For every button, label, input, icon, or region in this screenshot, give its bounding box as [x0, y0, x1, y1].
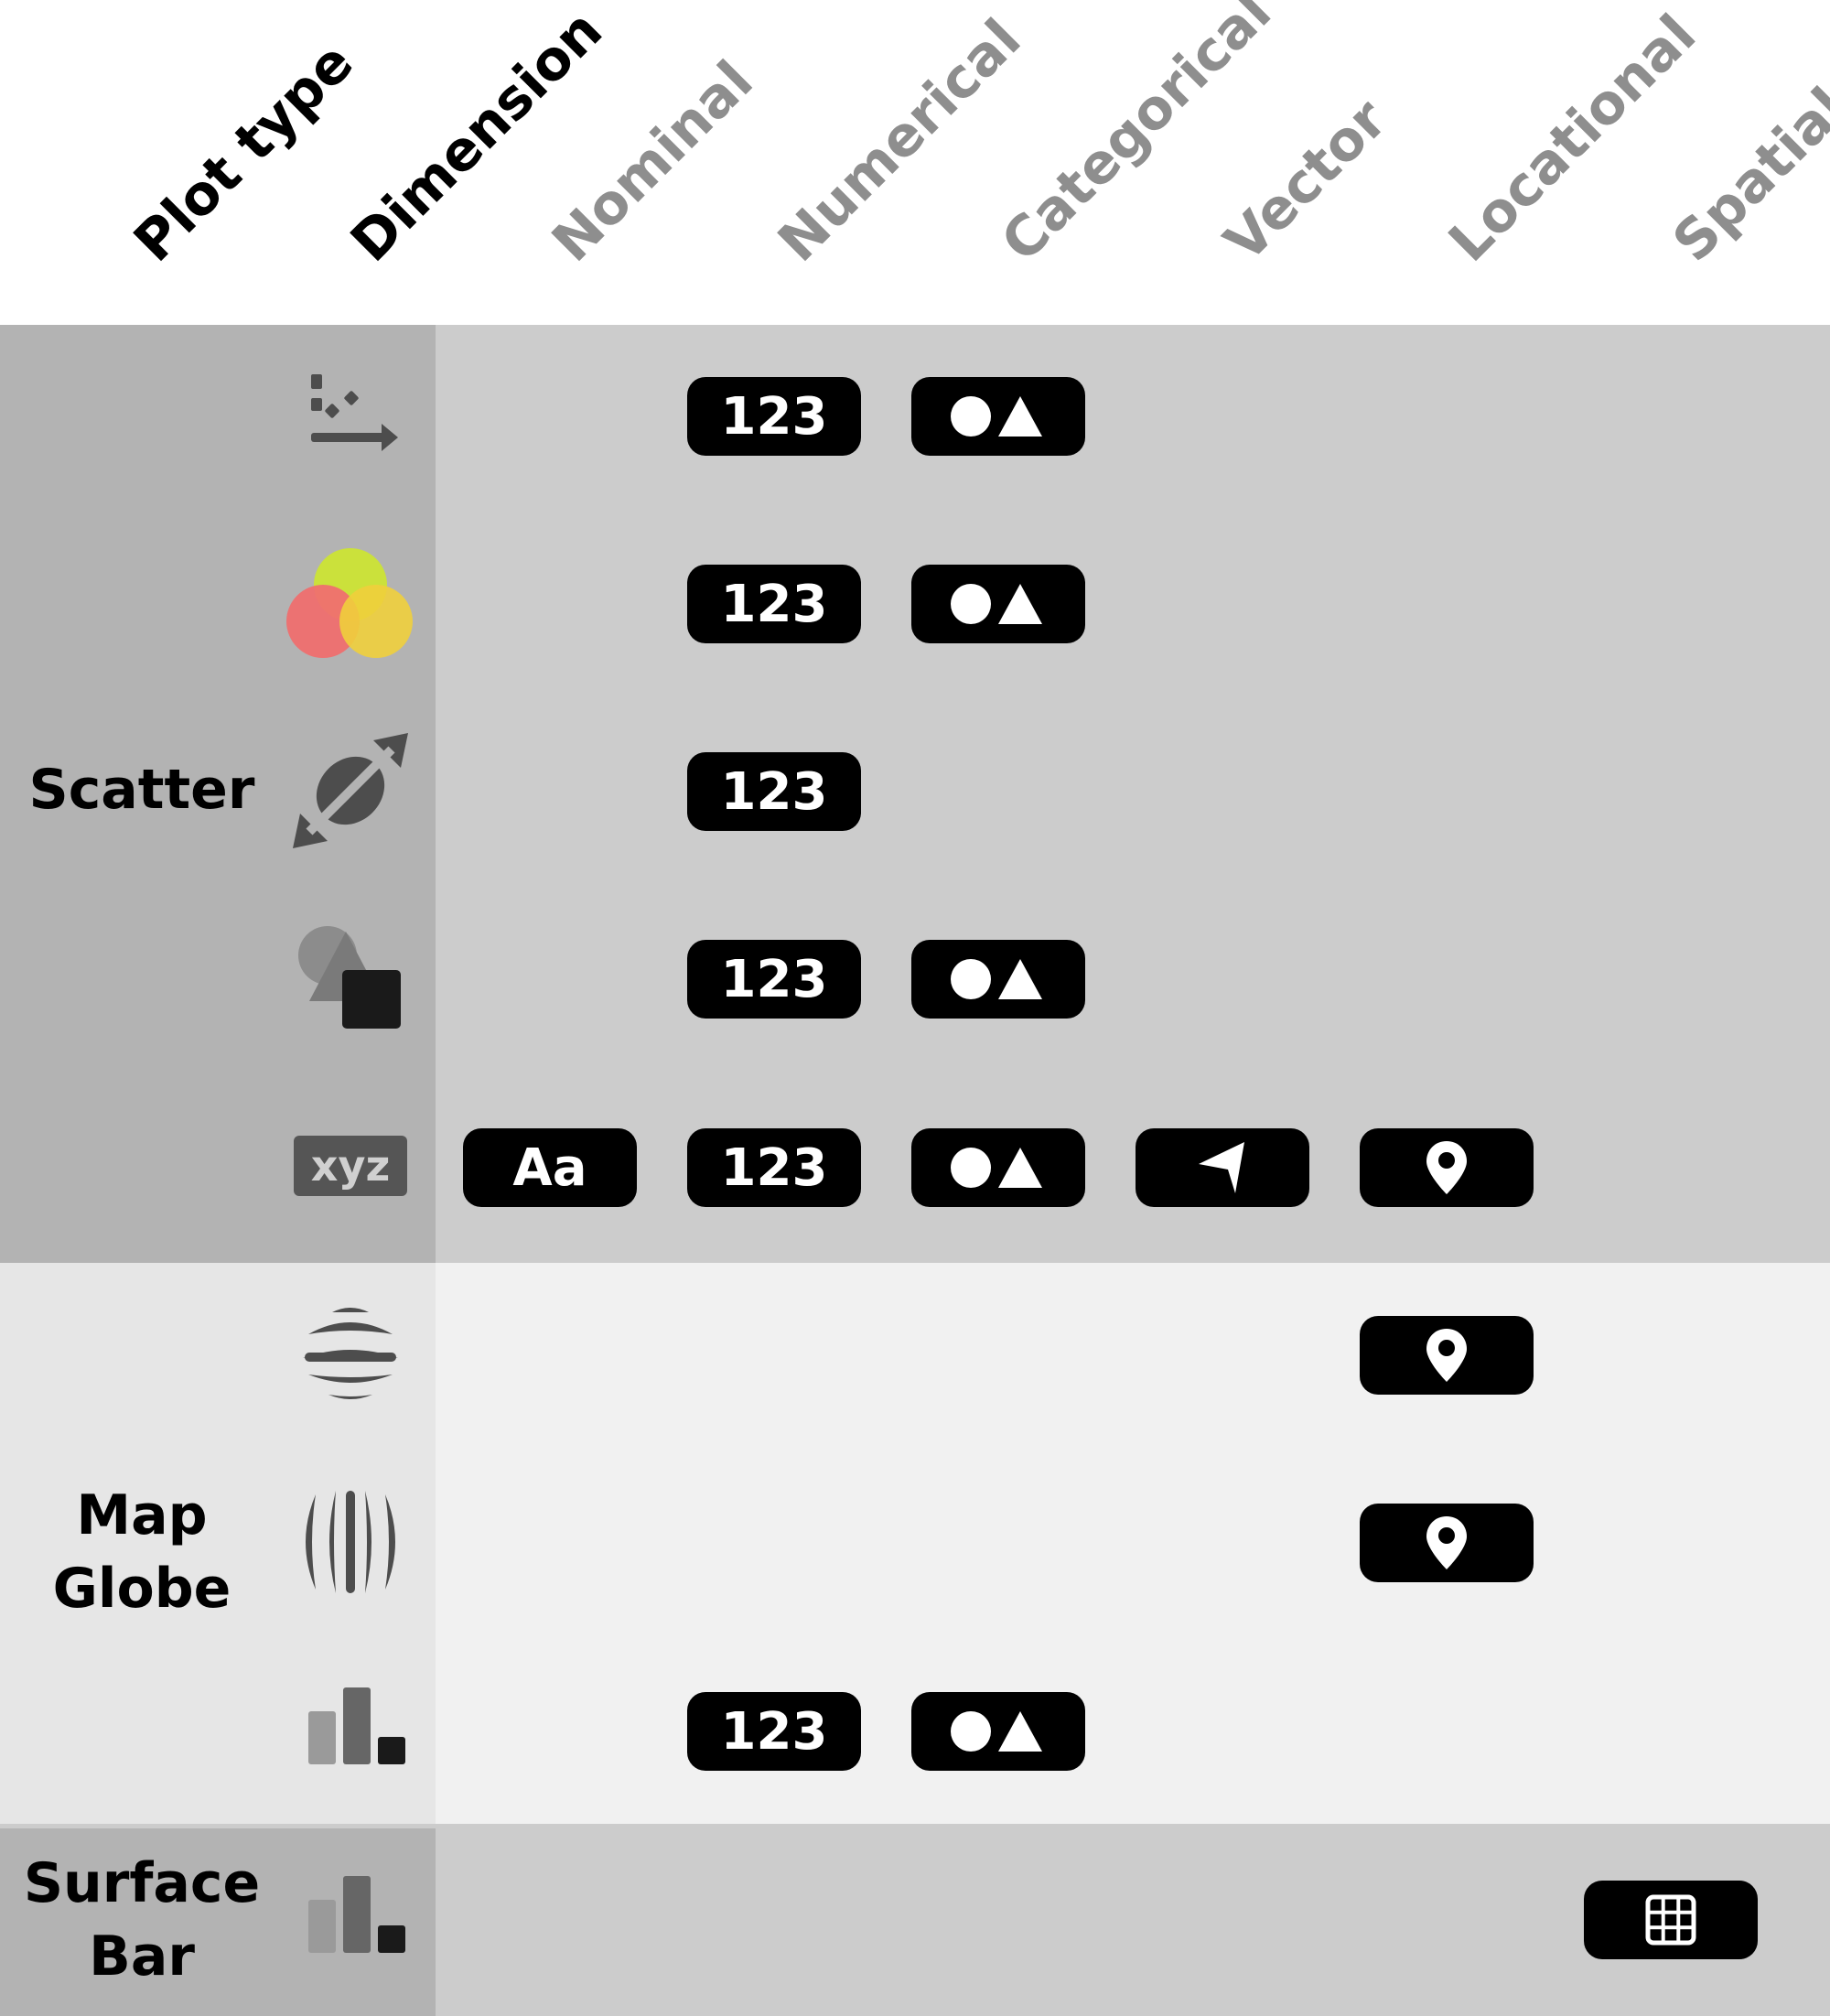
scatter-position-icon — [284, 349, 417, 482]
group-label-line: Scatter — [28, 758, 255, 822]
numerical-pill-label: 123 — [720, 1137, 828, 1198]
locational-pill — [1360, 1316, 1534, 1395]
shape-icon — [951, 959, 1042, 999]
numerical-pill: 123 — [687, 377, 861, 456]
group-label-line: Globe — [52, 1557, 231, 1621]
header-plot-type: Plot type — [122, 30, 366, 275]
globe-latitude-icon — [284, 1288, 417, 1421]
arrow-icon — [1199, 1142, 1244, 1193]
shape-icon — [951, 1711, 1042, 1752]
spatial-pill — [1584, 1881, 1758, 1959]
group-label-line: Surface — [23, 1851, 261, 1915]
location-pin-icon — [1426, 1141, 1467, 1194]
locational-pill — [1360, 1504, 1534, 1582]
numerical-pill: 123 — [687, 752, 861, 831]
categorical-pill — [911, 940, 1085, 1019]
header-vector: Vector — [1212, 87, 1400, 275]
categorical-pill — [911, 565, 1085, 643]
numerical-pill-label: 123 — [720, 949, 828, 1009]
group-label-map-globe: Map Globe — [0, 1479, 284, 1625]
numerical-pill: 123 — [687, 565, 861, 643]
numerical-pill: 123 — [687, 1128, 861, 1207]
bar-chart-icon — [284, 1663, 417, 1796]
size-orientation-icon — [284, 724, 417, 857]
xyz-label-icon: xyz — [284, 1099, 417, 1233]
categorical-pill — [911, 1692, 1085, 1771]
xyz-label: xyz — [294, 1136, 407, 1196]
globe-longitude-icon — [284, 1475, 417, 1609]
header-spatial: Spatial — [1661, 75, 1830, 275]
numerical-pill-label: 123 — [720, 761, 828, 822]
numerical-pill: 123 — [687, 1692, 861, 1771]
grid-icon — [1645, 1894, 1696, 1946]
vector-pill — [1136, 1128, 1309, 1207]
shape-icon — [951, 396, 1042, 437]
location-pin-icon — [1426, 1329, 1467, 1382]
nominal-pill: Aa — [463, 1128, 637, 1207]
group-label-surface-bar: Surface Bar — [0, 1847, 284, 1993]
location-pin-icon — [1426, 1516, 1467, 1569]
group-label-line: Bar — [89, 1924, 195, 1989]
nominal-pill-label: Aa — [512, 1137, 587, 1198]
numerical-pill-label: 123 — [720, 386, 828, 447]
numerical-pill-label: 123 — [720, 574, 828, 634]
shape-icon — [951, 1148, 1042, 1188]
categorical-pill — [911, 377, 1085, 456]
shape-icon — [951, 584, 1042, 624]
color-circles-icon — [284, 536, 417, 670]
locational-pill — [1360, 1128, 1534, 1207]
bar-chart-icon — [284, 1851, 417, 1985]
numerical-pill-label: 123 — [720, 1701, 828, 1762]
group-label-line: Map — [76, 1483, 208, 1547]
shape-encoding-icon — [284, 911, 417, 1045]
numerical-pill: 123 — [687, 940, 861, 1019]
categorical-pill — [911, 1128, 1085, 1207]
header-numerical: Numerical — [766, 6, 1034, 275]
group-label-scatter: Scatter — [0, 753, 284, 826]
